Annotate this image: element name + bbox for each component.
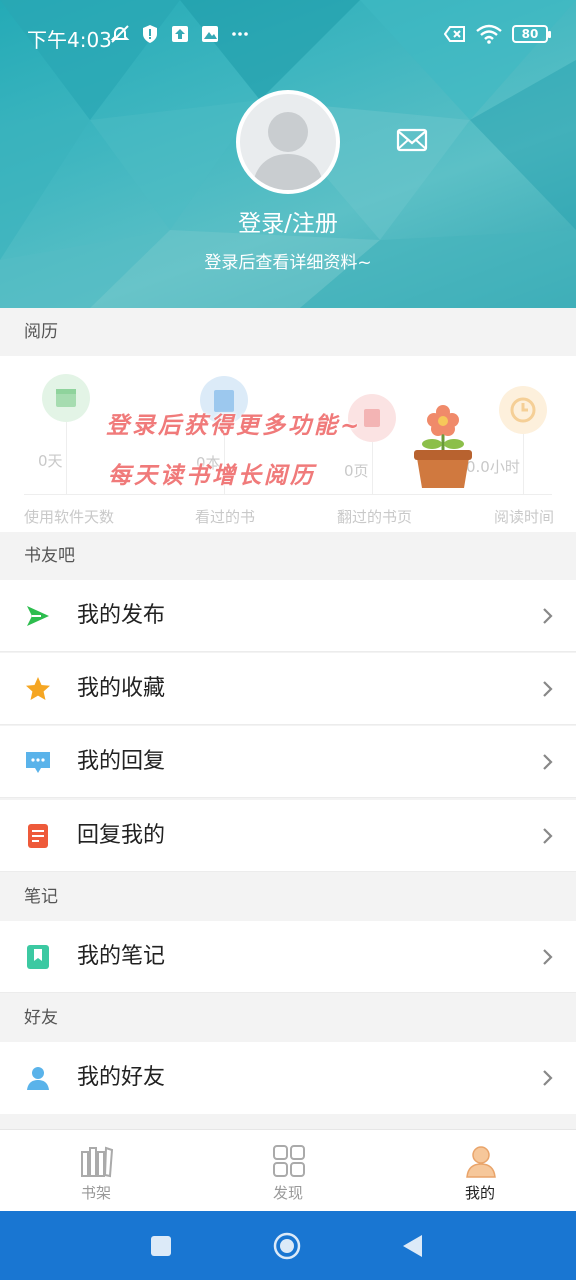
login-promo-line-1: 登录后获得更多功能~ [106, 412, 363, 439]
shield-icon [143, 25, 157, 43]
document-icon [28, 824, 48, 848]
recent-apps-button[interactable] [146, 1231, 176, 1261]
upload-icon [172, 26, 188, 42]
chevron-right-icon [543, 828, 553, 844]
row-label: 我的笔记 [77, 944, 166, 969]
section-header-book-friends: 书友吧 [0, 532, 576, 580]
row-replies-to-me[interactable]: 回复我的 [0, 800, 576, 872]
mail-icon[interactable] [396, 126, 428, 154]
clock-icon [499, 386, 547, 434]
row-label: 回复我的 [77, 823, 166, 848]
login-promo-line-2: 每天读书增长阅历 [108, 462, 316, 489]
stat-days-label: 使用软件天数 [24, 508, 115, 526]
bottom-navigation: 书架 发现 我的 [0, 1129, 576, 1211]
status-time: 下午4:03 [27, 28, 112, 52]
profile-header: 下午4:03 80 登录/注册 登录后查看详细资料~ [0, 0, 576, 308]
stat-time-label: 阅读时间 [494, 508, 555, 526]
star-icon [26, 677, 50, 700]
bookshelf-icon [81, 1146, 114, 1178]
calendar-icon [42, 374, 90, 422]
chevron-right-icon [543, 1070, 553, 1086]
person-icon [27, 1067, 49, 1090]
row-my-replies[interactable]: 我的回复 [0, 726, 576, 798]
row-label: 我的好友 [77, 1065, 166, 1090]
chat-bubble-icon [26, 752, 50, 773]
stat-pages-value: 0页 [344, 462, 369, 480]
default-avatar-icon [252, 112, 324, 190]
chevron-right-icon [543, 608, 553, 624]
bookmark-note-icon [27, 945, 49, 969]
avatar[interactable] [236, 90, 340, 194]
section-header-notes: 笔记 [0, 873, 576, 921]
stat-pages-label: 翻过的书页 [337, 508, 413, 526]
history-baseline [24, 494, 552, 495]
stat-days-value: 0天 [38, 452, 63, 470]
chevron-right-icon [543, 754, 553, 770]
home-button[interactable] [272, 1231, 302, 1261]
row-label: 我的发布 [77, 603, 166, 628]
flowerpot-icon [414, 405, 472, 488]
system-navigation-bar [0, 1211, 576, 1280]
row-my-favorites[interactable]: 我的收藏 [0, 653, 576, 725]
back-button[interactable] [398, 1231, 428, 1261]
row-my-posts[interactable]: 我的发布 [0, 580, 576, 652]
reading-history-card[interactable]: 0天 使用软件天数 0本 看过的书 0页 翻过的书页 0.0小时 阅读时间 登录… [0, 356, 576, 532]
image-icon [202, 26, 218, 42]
battery-icon: 80 [512, 25, 551, 43]
row-label: 我的回复 [77, 749, 166, 774]
sim-off-icon [444, 26, 465, 42]
more-dots-icon [232, 32, 248, 36]
section-header-history: 阅历 [0, 308, 576, 356]
nav-mine[interactable]: 我的 [384, 1130, 576, 1212]
nav-label: 发现 [272, 1184, 303, 1202]
nav-bookshelf[interactable]: 书架 [0, 1130, 192, 1212]
stat-books-label: 看过的书 [195, 508, 256, 526]
profile-icon [466, 1146, 496, 1178]
wifi-icon [476, 24, 502, 44]
nav-label: 书架 [80, 1184, 111, 1202]
login-register-link[interactable]: 登录/注册 [0, 204, 576, 238]
chevron-right-icon [543, 949, 553, 965]
nav-discover[interactable]: 发现 [192, 1130, 384, 1212]
section-header-friends: 好友 [0, 994, 576, 1042]
mute-icon [110, 25, 130, 43]
chevron-right-icon [543, 681, 553, 697]
grid-icon [273, 1145, 305, 1177]
row-my-notes[interactable]: 我的笔记 [0, 921, 576, 993]
login-hint: 登录后查看详细资料~ [204, 253, 372, 273]
row-label: 我的收藏 [77, 676, 166, 701]
nav-label: 我的 [464, 1184, 495, 1202]
status-bar: 下午4:03 80 [0, 0, 576, 72]
row-my-friends[interactable]: 我的好友 [0, 1042, 576, 1114]
send-icon [27, 606, 49, 626]
